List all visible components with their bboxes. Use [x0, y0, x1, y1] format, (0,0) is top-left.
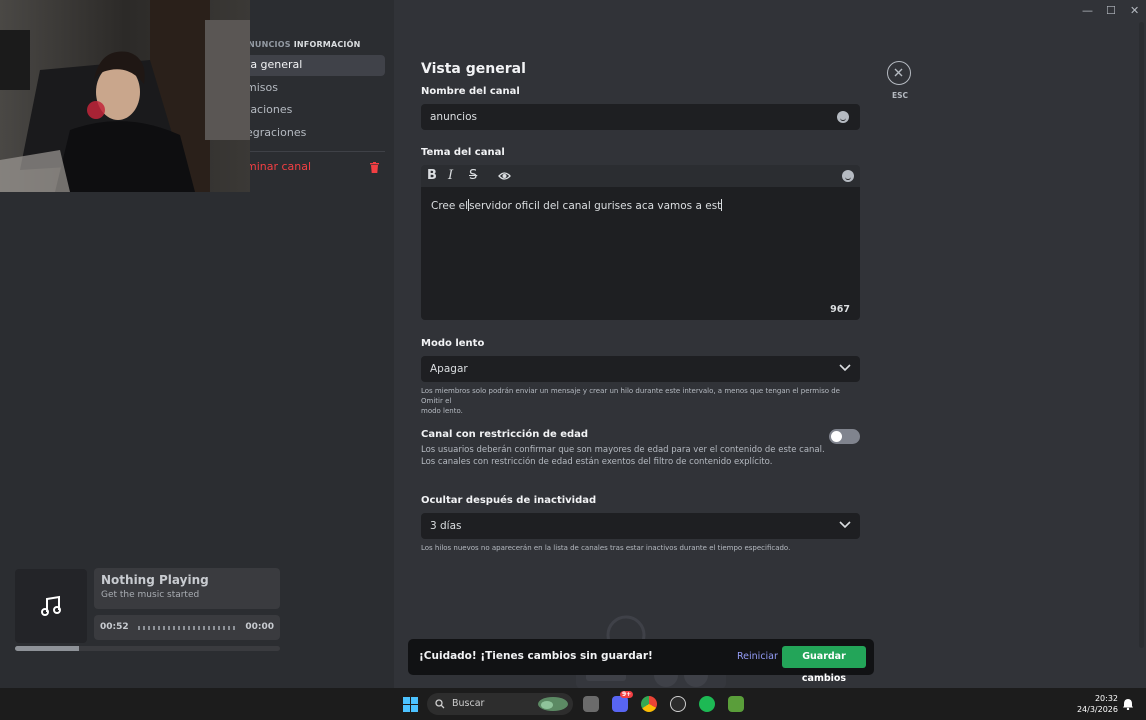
slowmode-hint-line-2: modo lento.: [421, 407, 463, 415]
notification-bell-icon[interactable]: [1123, 698, 1133, 710]
age-desc-line-1: Los usuarios deberán confirmar que son m…: [421, 445, 825, 455]
music-progress-bar[interactable]: [15, 646, 280, 651]
channel-topic-label: Tema del canal: [421, 147, 505, 158]
age-restricted-label: Canal con restricción de edad: [421, 429, 589, 440]
text-cursor-end: [721, 199, 723, 211]
delete-channel-label: minar canal: [246, 160, 312, 173]
close-settings-button[interactable]: [887, 61, 911, 85]
search-icon: [435, 699, 445, 709]
sidebar-header-channel: NUNCIOS: [248, 40, 291, 49]
webcam-overlay: [0, 0, 250, 192]
windows-start-icon[interactable]: [403, 697, 418, 712]
minecraft-icon[interactable]: [728, 696, 744, 712]
maximize-button[interactable]: ☐: [1106, 4, 1116, 17]
age-desc-line-2: Los canales con restricción de edad está…: [421, 457, 773, 467]
search-highlight-icon: [538, 697, 568, 711]
inactivity-label: Ocultar después de inactividad: [421, 495, 597, 506]
chrome-icon[interactable]: [641, 696, 657, 712]
remaining-time: 00:00: [245, 622, 274, 632]
now-playing-subtitle: Get the music started: [101, 590, 200, 600]
elapsed-time: 00:52: [100, 622, 129, 632]
age-restricted-description: Los usuarios deberán confirmar que son m…: [421, 444, 825, 468]
sidebar-divider: [246, 151, 385, 152]
unsaved-message: ¡Cuidado! ¡Tienes cambios sin guardar!: [419, 650, 653, 662]
search-placeholder: Buscar: [452, 698, 485, 709]
italic-button[interactable]: I: [448, 167, 453, 185]
discord-badge: 9+: [620, 691, 634, 698]
slowmode-hint: Los miembros solo podrán enviar un mensa…: [421, 386, 861, 416]
taskbar-search[interactable]: Buscar: [427, 693, 573, 715]
sidebar-item-label: ta general: [246, 58, 303, 71]
taskbar: Buscar 9+ 20:32 24/3/2026: [0, 688, 1146, 720]
char-count: 967: [830, 304, 850, 315]
sidebar-item-permissions[interactable]: misos: [240, 78, 385, 99]
discord-icon[interactable]: 9+: [612, 691, 634, 712]
clock-date: 24/3/2026: [1076, 705, 1118, 714]
inactivity-hint: Los hilos nuevos no aparecerán en la lis…: [421, 544, 791, 552]
sidebar-item-integrations[interactable]: egraciones: [240, 123, 385, 144]
toggle-knob: [831, 431, 842, 442]
save-changes-button[interactable]: Guardar cambios: [782, 646, 866, 684]
age-restricted-toggle[interactable]: [829, 429, 860, 444]
sidebar-item-label: misos: [246, 81, 278, 94]
slowmode-select[interactable]: Apagar: [421, 356, 860, 382]
sidebar-item-label: egraciones: [246, 126, 307, 139]
channel-name-label: Nombre del canal: [421, 86, 520, 97]
channel-name-input[interactable]: anuncios: [421, 104, 860, 130]
trash-icon: [370, 162, 379, 173]
playback-time: 00:52 00:00: [94, 615, 280, 640]
close-icon: [894, 68, 903, 77]
steam-icon[interactable]: [670, 696, 686, 712]
clock-time: 20:32: [1094, 694, 1118, 703]
music-progress-fill: [15, 646, 79, 651]
system-clock[interactable]: 20:32 24/3/2026: [1076, 693, 1118, 715]
sidebar-item-overview[interactable]: ta general: [240, 55, 385, 76]
slowmode-value: Apagar: [430, 363, 468, 375]
now-playing-info: Nothing Playing Get the music started: [94, 568, 280, 609]
sidebar-item-invites[interactable]: taciones: [240, 100, 385, 121]
unsaved-changes-bar: ¡Cuidado! ¡Tienes cambios sin guardar! R…: [408, 639, 874, 684]
minimize-button[interactable]: —: [1082, 4, 1093, 17]
inactivity-value: 3 días: [430, 520, 462, 532]
sidebar-header: NUNCIOS INFORMACIÓN: [248, 40, 361, 49]
spoiler-eye-icon[interactable]: [498, 170, 511, 182]
topic-format-toolbar: B I S: [421, 165, 860, 187]
page-title: Vista general: [421, 61, 526, 77]
reset-button[interactable]: Reiniciar: [737, 651, 778, 662]
chevron-down-icon: [839, 521, 851, 529]
channel-topic-textarea[interactable]: Cree elservidor oficil del canal gurises…: [421, 187, 860, 320]
strikethrough-button[interactable]: S: [469, 167, 477, 185]
file-explorer-icon[interactable]: [583, 696, 599, 712]
channel-name-value: anuncios: [430, 111, 477, 123]
slowmode-hint-line-1: Los miembros solo podrán enviar un mensa…: [421, 387, 840, 405]
bold-button[interactable]: B: [427, 167, 437, 185]
album-art: [15, 569, 87, 643]
slowmode-label: Modo lento: [421, 338, 485, 349]
music-note-icon: [41, 595, 61, 616]
esc-label: ESC: [892, 91, 909, 100]
now-playing-title: Nothing Playing: [101, 573, 209, 587]
chevron-down-icon: [839, 364, 851, 372]
inactivity-select[interactable]: 3 días: [421, 513, 860, 539]
sidebar-item-label: taciones: [246, 103, 293, 116]
sidebar-header-section: INFORMACIÓN: [293, 40, 361, 49]
topic-text-start: Cree el: [431, 200, 469, 212]
delete-channel-button[interactable]: minar canal: [240, 157, 385, 178]
topic-text-end: servidor oficil del canal gurises aca va…: [469, 200, 722, 212]
scrollbar[interactable]: [1139, 22, 1144, 648]
spotify-icon[interactable]: [699, 696, 715, 712]
emoji-icon[interactable]: [837, 111, 849, 123]
waveform: [138, 626, 236, 630]
topic-emoji-icon[interactable]: [842, 170, 854, 182]
close-window-button[interactable]: ✕: [1130, 4, 1139, 17]
